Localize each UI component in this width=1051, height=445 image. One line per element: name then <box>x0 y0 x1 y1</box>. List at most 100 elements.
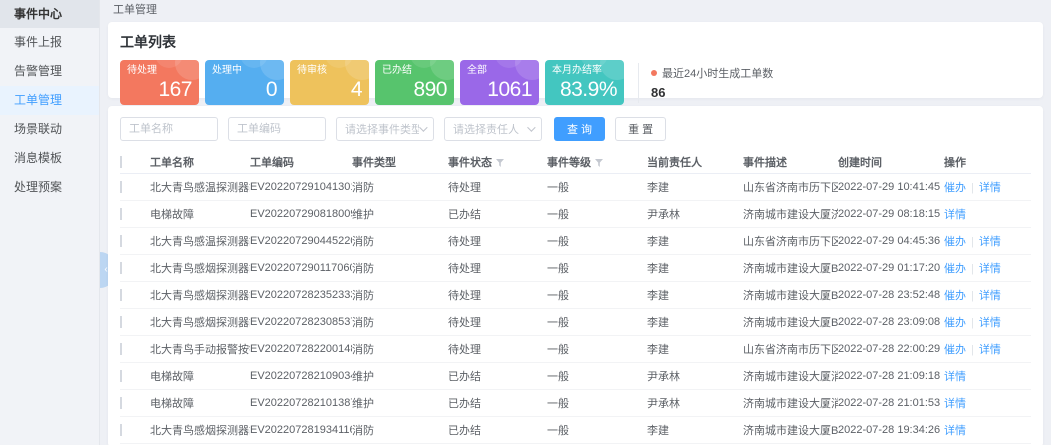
cell-current-owner: 李建 <box>647 179 743 195</box>
sidebar-item-scene-linkage[interactable]: 场景联动 <box>0 115 99 144</box>
cell-current-owner: 李建 <box>647 341 743 357</box>
row-checkbox[interactable] <box>120 343 122 355</box>
cell-event-status: 待处理 <box>448 341 547 357</box>
workorder-code-input[interactable] <box>228 117 326 141</box>
cell-created-time: 2022-07-29 10:41:45 <box>838 181 944 193</box>
detail-link[interactable]: 详情 <box>979 290 1001 302</box>
row-checkbox[interactable] <box>120 370 122 382</box>
stats-divider <box>638 63 639 103</box>
stat-label: 待处理 <box>127 65 192 77</box>
sidebar-item-handling-plan[interactable]: 处理预案 <box>0 173 99 202</box>
cell-workorder-name: 电梯故障 <box>150 395 250 411</box>
urge-link[interactable]: 催办 <box>944 263 966 275</box>
cell-event-desc: 山东省济南市历下区济南... <box>743 233 838 249</box>
cell-current-owner: 李建 <box>647 314 743 330</box>
cell-event-level: 一般 <box>547 287 647 303</box>
urge-link[interactable]: 催办 <box>944 290 966 302</box>
cell-event-status: 已办结 <box>448 206 547 222</box>
select-all-checkbox[interactable] <box>120 156 122 168</box>
urge-link[interactable]: 催办 <box>944 344 966 356</box>
app-window: 事件中心 事件上报告警管理工单管理场景联动消息模板处理预案 ‹ 工单管理 工单列… <box>0 0 1051 445</box>
action-separator: | <box>971 263 974 275</box>
recent-24h-block: 最近24小时生成工单数 86 <box>651 65 773 100</box>
row-checkbox[interactable] <box>120 235 122 247</box>
column-header-label: 事件类型 <box>352 157 396 169</box>
search-button[interactable]: 查 询 <box>554 117 605 141</box>
cell-event-desc: 济南城市建设大厦B3车... <box>743 287 838 303</box>
cell-current-owner: 尹承林 <box>647 395 743 411</box>
sidebar-item-message-template[interactable]: 消息模板 <box>0 144 99 173</box>
column-header[interactable]: 事件状态 <box>448 154 547 170</box>
cell-event-level: 一般 <box>547 422 647 438</box>
cell-event-level: 一般 <box>547 314 647 330</box>
filter-funnel-icon[interactable] <box>595 159 603 167</box>
detail-link[interactable]: 详情 <box>979 344 1001 356</box>
cell-current-owner: 李建 <box>647 233 743 249</box>
filter-funnel-icon[interactable] <box>496 159 504 167</box>
detail-link[interactable]: 详情 <box>944 371 966 383</box>
cell-event-level: 一般 <box>547 368 647 384</box>
cell-event-type: 消防 <box>352 179 448 195</box>
cell-workorder-code: EV20220728210138787 <box>250 397 352 409</box>
workorder-table-card: 请选择事件类型 请选择责任人 查 询 重 置 工单名称工单编码事件类型事件状态事… <box>108 106 1043 445</box>
cell-workorder-code: EV20220728235233362 <box>250 289 352 301</box>
stat-card-monthly-rate[interactable]: 本月办结率83.9% <box>545 60 624 105</box>
cell-workorder-name: 电梯故障 <box>150 368 250 384</box>
cell-event-desc: 山东省济南市历下区济南... <box>743 179 838 195</box>
filter-bar: 请选择事件类型 请选择责任人 查 询 重 置 <box>108 106 1043 151</box>
urge-link[interactable]: 催办 <box>944 182 966 194</box>
row-checkbox[interactable] <box>120 289 122 301</box>
reset-button[interactable]: 重 置 <box>615 117 666 141</box>
row-checkbox[interactable] <box>120 208 122 220</box>
table-row: 北大青鸟感烟探测器故障EV20220728235233362消防待处理一般李建济… <box>120 282 1031 309</box>
event-type-select[interactable]: 请选择事件类型 <box>336 117 434 141</box>
detail-link[interactable]: 详情 <box>944 425 966 437</box>
page-title: 工单列表 <box>120 32 1031 52</box>
cell-workorder-code: EV20220729104130123 <box>250 181 352 193</box>
table-row: 电梯故障EV20220729081800961维护已办结一般尹承林济南城市建设大… <box>120 201 1031 228</box>
stat-label: 全部 <box>467 65 532 77</box>
cell-event-desc: 山东省济南市历下区济南... <box>743 341 838 357</box>
workorder-name-input[interactable] <box>120 117 218 141</box>
cell-event-type: 消防 <box>352 422 448 438</box>
detail-link[interactable]: 详情 <box>944 209 966 221</box>
row-checkbox[interactable] <box>120 262 122 274</box>
workorder-summary-card: 工单列表 待处理167处理中0待审核4已办结890全部1061本月办结率83.9… <box>108 22 1043 98</box>
cell-current-owner: 李建 <box>647 287 743 303</box>
event-type-select-placeholder: 请选择事件类型 <box>345 121 419 137</box>
cell-event-status: 已办结 <box>448 395 547 411</box>
sidebar-item-alarm-mgmt[interactable]: 告警管理 <box>0 57 99 86</box>
cell-event-status: 已办结 <box>448 422 547 438</box>
detail-link[interactable]: 详情 <box>979 182 1001 194</box>
row-checkbox[interactable] <box>120 316 122 328</box>
row-checkbox[interactable] <box>120 424 122 436</box>
cell-current-owner: 李建 <box>647 260 743 276</box>
detail-link[interactable]: 详情 <box>944 398 966 410</box>
stat-card-closed[interactable]: 已办结890 <box>375 60 454 105</box>
table-row: 北大青鸟感温探测器故障EV20220729104130123消防待处理一般李建山… <box>120 174 1031 201</box>
owner-select[interactable]: 请选择责任人 <box>444 117 542 141</box>
sidebar-item-event-report[interactable]: 事件上报 <box>0 28 99 57</box>
detail-link[interactable]: 详情 <box>979 317 1001 329</box>
stat-card-pending[interactable]: 待处理167 <box>120 60 199 105</box>
cell-workorder-code: EV20220729081800961 <box>250 208 352 220</box>
stat-card-all[interactable]: 全部1061 <box>460 60 539 105</box>
stat-card-processing[interactable]: 处理中0 <box>205 60 284 105</box>
row-checkbox[interactable] <box>120 397 122 409</box>
row-checkbox[interactable] <box>120 181 122 193</box>
action-separator: | <box>971 317 974 329</box>
cell-event-status: 待处理 <box>448 260 547 276</box>
urge-link[interactable]: 催办 <box>944 236 966 248</box>
sidebar-item-workorder-mgmt[interactable]: 工单管理 <box>0 86 99 115</box>
cell-event-level: 一般 <box>547 395 647 411</box>
cell-event-level: 一般 <box>547 260 647 276</box>
stat-card-to-review[interactable]: 待审核4 <box>290 60 369 105</box>
detail-link[interactable]: 详情 <box>979 236 1001 248</box>
column-header[interactable]: 事件等级 <box>547 154 647 170</box>
chevron-down-icon <box>419 123 427 131</box>
detail-link[interactable]: 详情 <box>979 263 1001 275</box>
urge-link[interactable]: 催办 <box>944 317 966 329</box>
cell-workorder-name: 北大青鸟感烟探测器故障 <box>150 314 250 330</box>
cell-actions: 催办 | 详情 <box>944 260 1031 276</box>
stat-cards: 待处理167处理中0待审核4已办结890全部1061本月办结率83.9% <box>120 60 630 105</box>
